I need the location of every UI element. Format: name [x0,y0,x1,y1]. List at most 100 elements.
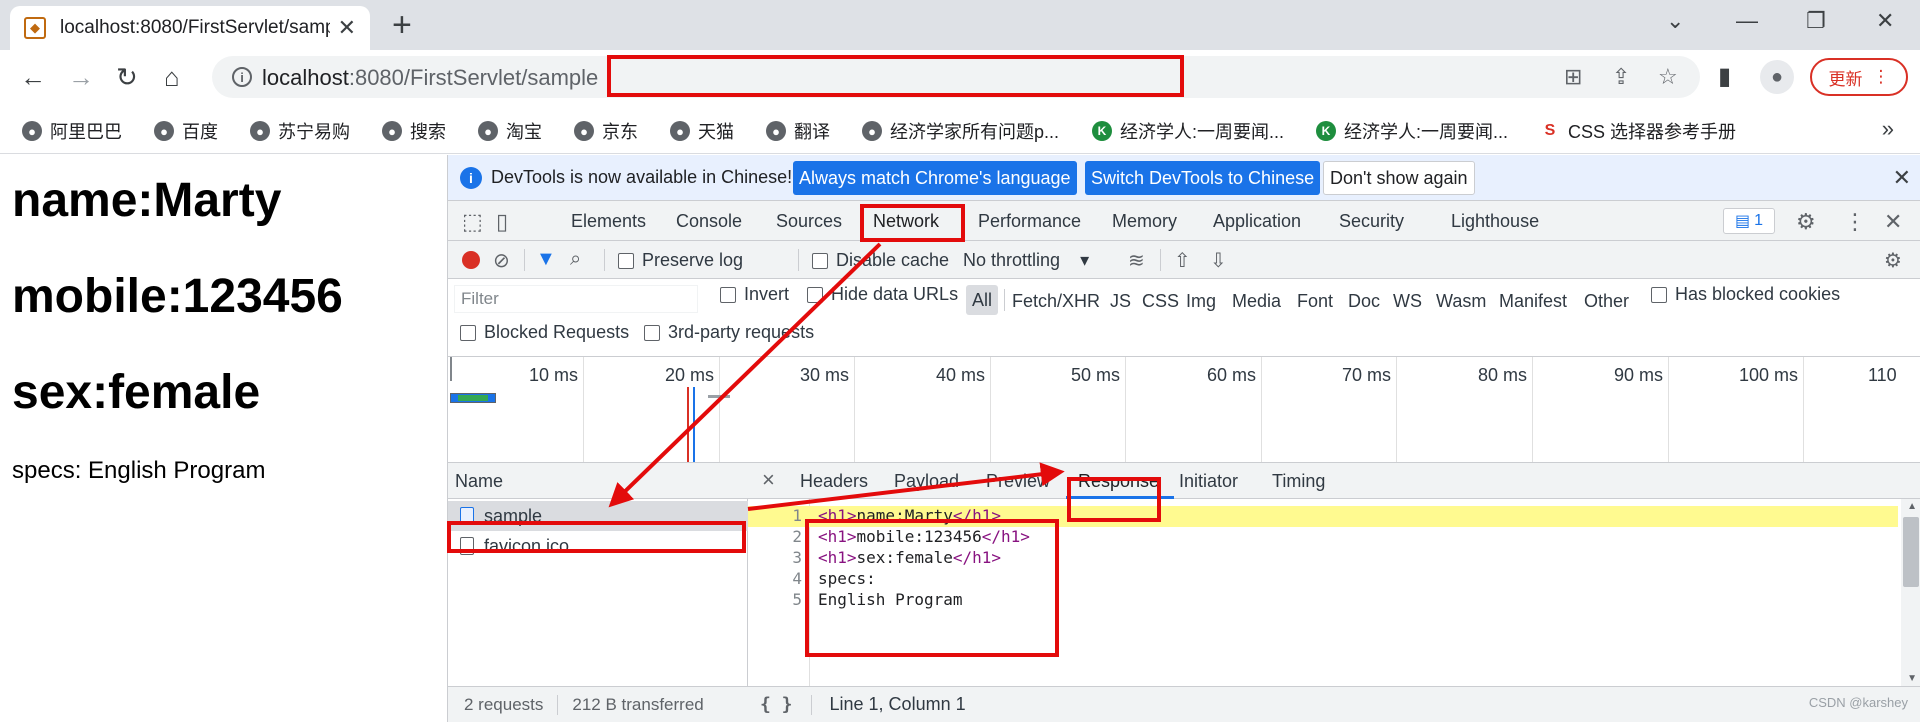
bookmark-item[interactable]: K 经济学人:一周要闻... [1316,118,1508,144]
bookmark-item[interactable]: ● 淘宝 [478,118,542,144]
search-icon[interactable]: ⌕ [570,248,581,271]
tab-search-icon[interactable]: ⌄ [1666,8,1684,34]
hide-data-urls-checkbox[interactable]: Hide data URLs [807,284,958,305]
device-toolbar-icon[interactable]: ▯ [496,209,508,235]
tab-sources[interactable]: Sources [776,211,842,232]
filter-type-css[interactable]: CSS [1142,291,1179,312]
bookmark-item[interactable]: ● 天猫 [670,118,734,144]
url-text[interactable]: localhost:8080/FirstServlet/sample [262,65,598,91]
close-tab-icon[interactable]: ✕ [338,15,356,41]
match-language-button[interactable]: Always match Chrome's language [793,161,1077,195]
restore-icon[interactable]: ❐ [1806,8,1826,34]
tab-network[interactable]: Network [873,211,939,232]
disable-cache-checkbox[interactable]: Disable cache [812,250,949,271]
chevron-right-icon[interactable]: » [1882,116,1894,142]
network-settings-gear-icon[interactable]: ⚙ [1884,248,1902,273]
bookmark-item[interactable]: ● 百度 [154,118,218,144]
tab-payload[interactable]: Payload [894,471,959,492]
minimize-icon[interactable]: — [1736,8,1758,34]
filter-type-doc[interactable]: Doc [1348,291,1380,312]
blocked-requests-checkbox[interactable]: Blocked Requests [460,322,629,343]
translate-icon[interactable]: ⊞ [1564,64,1582,90]
switch-to-chinese-button[interactable]: Switch DevTools to Chinese [1085,161,1321,195]
inspect-element-icon[interactable]: ⬚ [462,209,483,235]
filter-type-all[interactable]: All [966,285,998,315]
bookmark-item[interactable]: S CSS 选择器参考手册 [1540,118,1736,144]
dont-show-again-button[interactable]: Don't show again [1323,161,1475,195]
tab-response[interactable]: Response [1078,471,1159,492]
third-party-requests-checkbox[interactable]: 3rd-party requests [644,322,814,343]
filter-type-js[interactable]: JS [1110,291,1131,312]
filter-type-ws[interactable]: WS [1393,291,1422,312]
preserve-log-checkbox[interactable]: Preserve log [618,250,743,271]
invert-checkbox[interactable]: Invert [720,284,789,305]
tab-elements[interactable]: Elements [571,211,646,232]
bookmark-item[interactable]: ● 搜索 [382,118,446,144]
response-body[interactable]: 1 <h1>name:Marty</h1> 2 <h1>mobile:123456<… [748,499,1920,686]
side-panel-icon[interactable]: ▮ [1718,62,1731,91]
filter-type-wasm[interactable]: Wasm [1436,291,1486,312]
network-overview-timeline[interactable]: 10 ms 20 ms 30 ms 40 ms 50 ms 60 ms 70 m… [448,357,1920,463]
forward-icon[interactable]: → [68,62,94,93]
bookmark-item[interactable]: ● 苏宁易购 [250,118,350,144]
response-scrollbar[interactable]: ▲ ▼ [1901,499,1920,686]
request-row-sample[interactable]: sample [448,501,748,531]
profile-avatar-icon[interactable]: ● [1760,60,1794,94]
tab-timing[interactable]: Timing [1272,471,1325,492]
record-icon[interactable] [462,251,480,269]
tab-initiator[interactable]: Initiator [1179,471,1238,492]
close-detail-icon[interactable]: × [762,467,775,493]
home-icon[interactable]: ⌂ [164,62,180,93]
bookmark-item[interactable]: ● 京东 [574,118,638,144]
bookmark-star-icon[interactable]: ☆ [1658,64,1678,90]
issues-badge[interactable]: ▤ 1 [1723,208,1775,234]
timeline-start-marker [450,357,452,381]
clear-icon[interactable]: ⊘ [493,248,510,273]
close-devtools-icon[interactable]: ✕ [1884,209,1902,235]
bookmark-item[interactable]: K 经济学人:一周要闻... [1092,118,1284,144]
browser-tab[interactable]: ◆ localhost:8080/FirstServlet/sample ✕ [10,6,370,50]
import-har-icon[interactable]: ⇧ [1174,248,1191,273]
gear-icon[interactable]: ⚙ [1796,209,1816,235]
name-column-header[interactable]: Name [448,463,748,499]
filter-type-manifest[interactable]: Manifest [1499,291,1567,312]
scrollbar-thumb[interactable] [1903,517,1919,587]
new-tab-icon[interactable]: + [392,6,412,45]
tab-console[interactable]: Console [676,211,742,232]
request-row-favicon[interactable]: favicon.ico [448,531,748,561]
filter-icon[interactable]: ▼ [536,248,556,271]
pretty-print-icon[interactable]: { } [760,694,793,715]
filter-type-media[interactable]: Media [1232,291,1281,312]
filter-type-fetch-xhr[interactable]: Fetch/XHR [1012,291,1100,312]
reload-icon[interactable]: ↻ [116,62,138,93]
filter-type-other[interactable]: Other [1584,291,1629,312]
site-info-icon[interactable]: i [232,67,252,87]
address-bar[interactable]: i localhost:8080/FirstServlet/sample ⊞ ⇪… [212,56,1700,98]
close-window-icon[interactable]: ✕ [1876,8,1894,34]
timeline-tick-label: 40 ms [935,365,985,385]
has-blocked-cookies-checkbox[interactable]: Has blocked cookies [1651,284,1840,305]
export-har-icon[interactable]: ⇩ [1210,248,1227,273]
tab-application[interactable]: Application [1213,211,1301,232]
tab-performance[interactable]: Performance [978,211,1081,232]
tab-preview[interactable]: Preview [986,471,1050,492]
kebab-menu-icon[interactable]: ⋮ [1844,209,1866,235]
network-conditions-icon[interactable]: ≋ [1128,248,1145,273]
update-button[interactable]: 更新 ⋮ [1810,58,1908,96]
tab-lighthouse[interactable]: Lighthouse [1451,211,1539,232]
back-icon[interactable]: ← [20,62,46,93]
filter-type-img[interactable]: Img [1186,291,1216,312]
bookmark-item[interactable]: ● 阿里巴巴 [22,118,122,144]
filter-type-font[interactable]: Font [1297,291,1333,312]
throttling-select[interactable]: No throttling ▾ [963,250,1089,271]
tab-security[interactable]: Security [1339,211,1404,232]
share-icon[interactable]: ⇪ [1612,64,1630,90]
filter-input[interactable]: Filter [454,285,698,313]
tab-headers[interactable]: Headers [800,471,868,492]
bookmark-item[interactable]: ● 翻译 [766,118,830,144]
scroll-up-icon[interactable]: ▲ [1907,501,1917,512]
close-banner-icon[interactable]: ✕ [1893,165,1911,191]
scroll-down-icon[interactable]: ▼ [1907,673,1917,684]
tab-memory[interactable]: Memory [1112,211,1177,232]
bookmark-item[interactable]: ● 经济学家所有问题p... [862,118,1059,144]
